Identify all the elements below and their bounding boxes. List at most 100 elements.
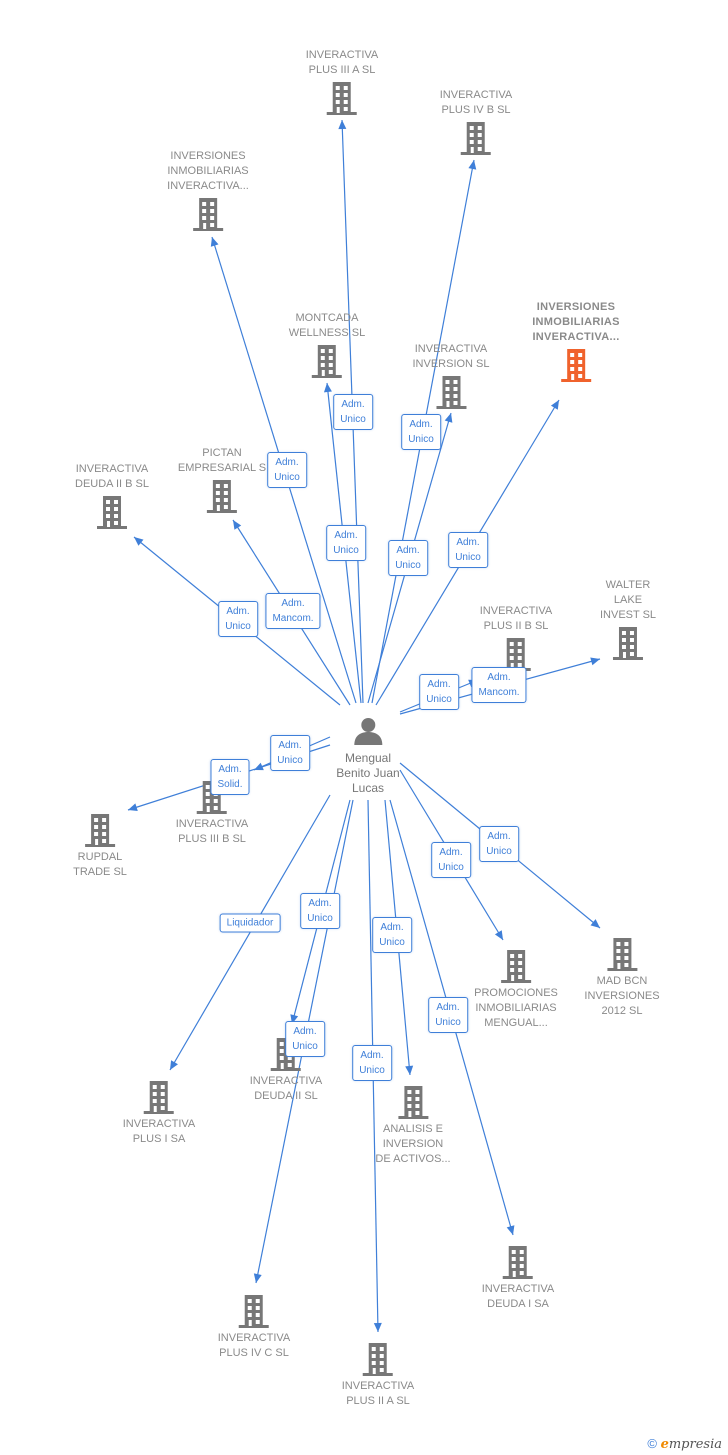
center-person-node[interactable]: Mengual Benito Juan Lucas: [336, 716, 400, 796]
company-label-line: INVERACTIVA: [479, 605, 553, 617]
role-text: Unico: [426, 694, 452, 705]
role-badge-plus-iv-c[interactable]: Adm. Unico: [285, 1021, 325, 1057]
role-text: Adm.: [439, 847, 463, 858]
company-label-line: INVERACTIVA: [414, 343, 488, 355]
company-label[interactable]: MAD BCN INVERSIONES 2012 SL: [584, 974, 659, 1019]
company-node-plus-iv-c[interactable]: INVERACTIVA PLUS IV C SL: [218, 1291, 291, 1361]
arrowhead-mad-bcn: [590, 919, 600, 928]
company-node-plus-ii-b[interactable]: INVERACTIVA PLUS II B SL: [480, 604, 553, 674]
role-text: Mancom.: [272, 613, 314, 624]
company-label-line: ANALISIS E: [383, 1123, 443, 1135]
role-text: Unico: [438, 862, 464, 873]
building-icon: [311, 345, 342, 378]
company-node-inv-inmob-1[interactable]: INVERSIONES INMOBILIARIAS INVERACTIVA...: [167, 149, 249, 234]
role-badge-rupdal[interactable]: Adm. Solid.: [210, 759, 250, 795]
company-node-analisis[interactable]: ANALISIS E INVERSION DE ACTIVOS...: [375, 1082, 451, 1167]
company-label[interactable]: INVERSIONES INMOBILIARIAS INVERACTIVA...: [167, 149, 249, 194]
building-icon: [96, 496, 127, 529]
role-text: Adm.: [380, 922, 404, 933]
role-badge-promociones[interactable]: Adm. Unico: [431, 842, 471, 878]
company-label-line: INVERACTIVA: [305, 49, 379, 61]
company-label[interactable]: RUPDAL TRADE SL: [73, 850, 127, 880]
company-label[interactable]: PROMOCIONES INMOBILIARIAS MENGUAL...: [474, 986, 558, 1031]
company-label[interactable]: MONTCADA WELLNESS SL: [289, 311, 365, 341]
role-badge-deuda-ii-b[interactable]: Adm. Unico: [218, 601, 258, 637]
company-label[interactable]: ANALISIS E INVERSION DE ACTIVOS...: [375, 1122, 450, 1167]
company-node-rupdal[interactable]: RUPDAL TRADE SL: [73, 810, 127, 880]
company-label[interactable]: INVERSIONES INMOBILIARIAS INVERACTIVA...: [532, 300, 620, 345]
company-label-line: INVERSIONES: [170, 150, 246, 162]
company-node-plus-ii-a[interactable]: INVERACTIVA PLUS II A SL: [342, 1339, 415, 1409]
role-badge-analisis[interactable]: Adm. Unico: [372, 917, 412, 953]
company-label-line: INVERACTIVA...: [167, 180, 249, 192]
building-icon: [239, 1295, 269, 1328]
role-badge-inversion[interactable]: Adm. Unico: [388, 540, 428, 576]
company-label[interactable]: INVERACTIVA PLUS III A SL: [306, 48, 379, 78]
arrowhead-montcada: [323, 383, 332, 393]
role-text: Unico: [225, 621, 251, 632]
company-label[interactable]: INVERACTIVA PLUS I SA: [123, 1117, 196, 1147]
company-node-inv-inmob-2[interactable]: INVERSIONES INMOBILIARIAS INVERACTIVA...: [532, 300, 620, 385]
company-label[interactable]: INVERACTIVA DEUDA II B SL: [75, 462, 149, 492]
role-badge-plus-ii-a[interactable]: Adm. Unico: [352, 1045, 392, 1081]
company-label[interactable]: INVERACTIVA PLUS IV B SL: [440, 88, 513, 118]
company-node-montcada[interactable]: MONTCADA WELLNESS SL: [289, 311, 365, 381]
role-badge-inv-inmob-1[interactable]: Adm. Unico: [267, 452, 307, 488]
role-badge-plus-iii-a[interactable]: Adm. Unico: [333, 394, 373, 430]
role-badge-pictan[interactable]: Adm. Mancom.: [265, 593, 321, 629]
role-badge-montcada[interactable]: Adm. Unico: [326, 525, 366, 561]
company-label[interactable]: INVERACTIVA INVERSION SL: [412, 342, 489, 372]
role-text: Unico: [277, 755, 303, 766]
role-badge-mad-bcn[interactable]: Adm. Unico: [479, 826, 519, 862]
role-text: Unico: [379, 937, 405, 948]
role-badge-plus-ii-b[interactable]: Adm. Unico: [419, 674, 459, 710]
role-badge-plus-iii-b[interactable]: Adm. Unico: [270, 735, 310, 771]
company-label-line: DEUDA II B SL: [75, 478, 149, 490]
role-badge-deuda-ii[interactable]: Adm. Unico: [300, 893, 340, 929]
company-node-walter[interactable]: WALTER LAKE INVEST SL: [600, 578, 656, 663]
company-node-mad-bcn[interactable]: MAD BCN INVERSIONES 2012 SL: [584, 934, 660, 1019]
role-text: Unico: [307, 913, 333, 924]
role-text: Adm.: [487, 831, 511, 842]
company-label-line: INVERACTIVA: [481, 1283, 555, 1295]
company-label[interactable]: WALTER LAKE INVEST SL: [600, 578, 656, 623]
company-label-line: MAD BCN: [596, 975, 648, 987]
role-text: Liquidador: [226, 917, 274, 929]
role-badge-plus-i[interactable]: Liquidador: [219, 913, 281, 933]
company-label-line: DE ACTIVOS...: [375, 1153, 451, 1165]
company-label-line: INVERACTIVA...: [532, 331, 620, 343]
company-label[interactable]: PICTAN EMPRESARIAL S: [178, 446, 266, 476]
company-node-plus-iii-a[interactable]: INVERACTIVA PLUS III A SL: [306, 48, 379, 118]
company-node-inversion[interactable]: INVERACTIVA INVERSION SL: [412, 342, 490, 412]
role-badge-deuda-i[interactable]: Adm. Unico: [428, 997, 468, 1033]
company-node-plus-i[interactable]: INVERACTIVA PLUS I SA: [123, 1077, 196, 1147]
building-icon: [363, 1343, 393, 1376]
company-node-promociones[interactable]: PROMOCIONES INMOBILIARIAS MENGUAL...: [474, 946, 558, 1031]
company-node-plus-iv-b[interactable]: INVERACTIVA PLUS IV B SL: [440, 88, 513, 158]
role-badge-inv-inmob-2[interactable]: Adm. Unico: [448, 532, 488, 568]
company-label[interactable]: INVERACTIVA PLUS II A SL: [342, 1379, 415, 1409]
company-node-deuda-i[interactable]: INVERACTIVA DEUDA I SA: [482, 1242, 555, 1312]
company-label[interactable]: INVERACTIVA PLUS III B SL: [176, 817, 249, 847]
company-label[interactable]: INVERACTIVA DEUDA I SA: [482, 1282, 555, 1312]
company-label-line: INVERSION SL: [412, 358, 490, 370]
company-label-line: 2012 SL: [601, 1005, 643, 1017]
arrowhead-pictan: [233, 520, 242, 530]
role-text: Unico: [359, 1065, 385, 1076]
arrowhead-deuda-i: [506, 1225, 515, 1235]
company-node-pictan[interactable]: PICTAN EMPRESARIAL S: [178, 446, 266, 516]
empresia-logo[interactable]: empresia: [661, 1437, 722, 1452]
company-node-deuda-ii-b[interactable]: INVERACTIVA DEUDA II B SL: [75, 462, 149, 532]
company-label-line: INVERACTIVA: [439, 89, 513, 101]
role-badge-plus-iv-b[interactable]: Adm. Unico: [401, 414, 441, 450]
company-label[interactable]: INVERACTIVA PLUS IV C SL: [218, 1331, 291, 1361]
company-label[interactable]: INVERACTIVA PLUS II B SL: [480, 604, 553, 634]
role-text: Unico: [395, 560, 421, 571]
company-label[interactable]: INVERACTIVA DEUDA II SL: [250, 1074, 323, 1104]
role-text: Adm.: [427, 679, 451, 690]
copyright-symbol: ©: [647, 1436, 657, 1451]
company-label-line: WALTER: [605, 579, 651, 591]
arrowhead-plus-i: [170, 1060, 178, 1070]
company-label-line: TRADE SL: [73, 866, 127, 878]
role-badge-walter[interactable]: Adm. Mancom.: [471, 667, 527, 703]
